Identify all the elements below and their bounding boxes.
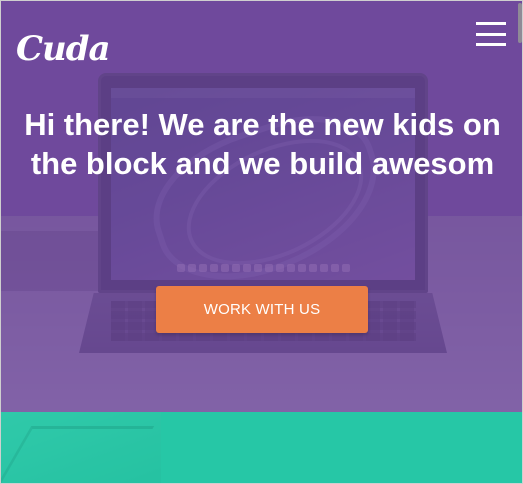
scrollbar-thumb[interactable] xyxy=(518,3,522,43)
work-with-us-button[interactable]: WORK WITH US xyxy=(156,286,368,333)
hero-headline: Hi there! We are the new kids on the blo… xyxy=(24,107,501,181)
browser-viewport: Cuda Hi there! We are the new kids on th… xyxy=(0,0,523,484)
brand-logo[interactable]: Cuda xyxy=(16,32,111,66)
menu-line xyxy=(476,32,506,36)
menu-line xyxy=(476,22,506,25)
hero-section: Cuda Hi there! We are the new kids on th… xyxy=(1,1,522,412)
teal-overlay xyxy=(1,412,522,483)
teal-section xyxy=(1,412,522,483)
menu-line xyxy=(476,43,506,46)
hamburger-menu-icon[interactable] xyxy=(476,19,506,49)
